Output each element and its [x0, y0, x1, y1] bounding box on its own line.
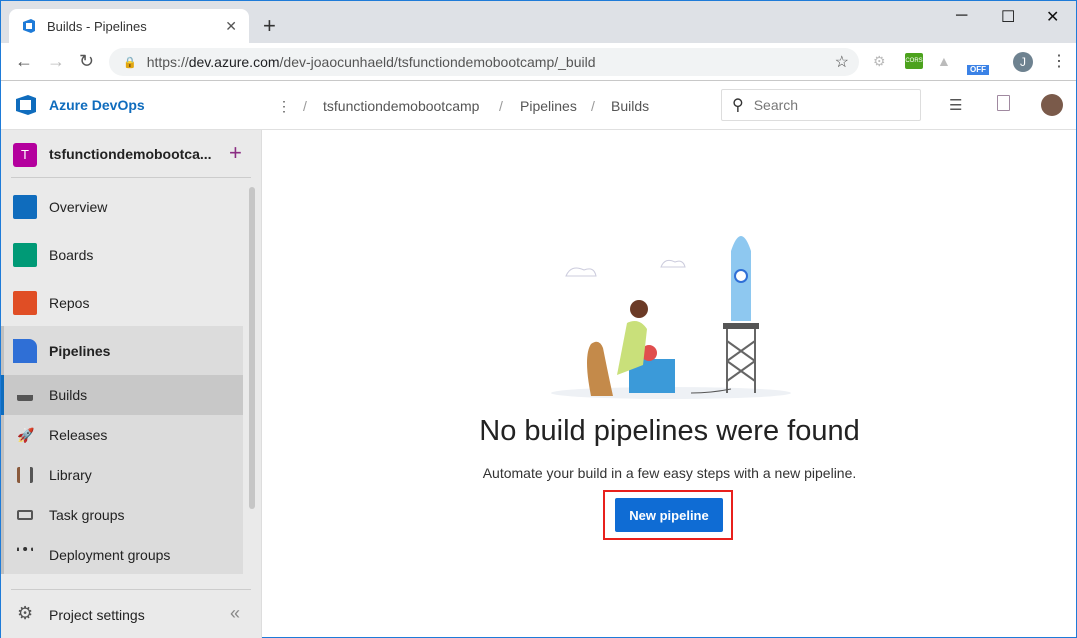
sidebar-item-task-groups[interactable]: Task groups	[1, 495, 243, 535]
breadcrumb-separator: /	[591, 98, 595, 114]
tab-title: Builds - Pipelines	[47, 18, 147, 34]
azure-devops-logo-icon[interactable]	[15, 94, 37, 116]
releases-rocket-icon: 🚀	[17, 427, 35, 443]
extension-drive-icon[interactable]: ▲	[937, 53, 951, 69]
pipelines-rocket-icon	[13, 339, 37, 363]
marketplace-bag-icon[interactable]	[997, 95, 1010, 111]
new-pipeline-button[interactable]: New pipeline	[615, 498, 723, 532]
breadcrumb-separator: /	[303, 98, 307, 114]
sidebar-item-label: Task groups	[49, 507, 125, 523]
sidebar-item-pipelines[interactable]: Pipelines	[1, 327, 243, 375]
breadcrumb-pipelines[interactable]: Pipelines	[520, 98, 577, 114]
boards-icon	[13, 243, 37, 267]
project-settings[interactable]: ⚙ Project settings	[1, 597, 243, 633]
new-tab-button[interactable]: +	[263, 13, 276, 39]
browser-menu-icon[interactable]: ⋮	[1051, 51, 1067, 71]
add-icon[interactable]: +	[229, 140, 242, 166]
sidebar-item-label: Repos	[49, 295, 90, 311]
azure-devops-favicon-icon	[23, 19, 35, 33]
url-path: /dev-joaocunhaeld/tsfunctiondemobootcamp…	[279, 54, 596, 70]
project-name[interactable]: tsfunctiondemobootca...	[49, 146, 212, 162]
sidebar-item-deployment-groups[interactable]: Deployment groups	[1, 535, 243, 575]
sidebar-item-label: Library	[49, 467, 92, 483]
empty-state-title: No build pipelines were found	[479, 415, 860, 447]
sidebar-item-releases[interactable]: 🚀 Releases	[1, 415, 243, 455]
divider	[11, 177, 251, 178]
reload-button[interactable]: ↻	[79, 51, 94, 72]
sidebar-item-label: Pipelines	[49, 343, 111, 359]
close-window-button[interactable]: ✕	[1046, 7, 1059, 27]
sidebar-item-boards[interactable]: Boards	[1, 235, 243, 275]
lock-icon: 🔒	[123, 56, 137, 69]
search-placeholder: Search	[753, 97, 799, 113]
maximize-button[interactable]: ☐	[1001, 7, 1015, 27]
work-items-icon[interactable]: ☰	[949, 96, 962, 114]
sidebar-item-library[interactable]: Library	[1, 455, 243, 495]
sidebar-scrollbar[interactable]	[249, 187, 255, 509]
sidebar-item-repos[interactable]: Repos	[1, 283, 243, 323]
gear-icon: ⚙	[17, 603, 34, 623]
extension-cors-icon[interactable]: CORS	[905, 53, 923, 69]
search-input[interactable]: ⚲ Search	[721, 89, 921, 121]
breadcrumb-separator: /	[499, 98, 503, 114]
extension-off-badge[interactable]: OFF	[967, 65, 989, 75]
brand-name[interactable]: Azure DevOps	[49, 97, 145, 113]
sidebar-item-label: Releases	[49, 427, 108, 443]
sidebar-item-label: Boards	[49, 247, 94, 263]
sidebar-item-builds[interactable]: Builds	[1, 375, 243, 415]
library-icon	[17, 467, 33, 483]
url-prefix: https://	[146, 54, 189, 70]
project-avatar: T	[13, 143, 37, 167]
search-icon: ⚲	[732, 97, 744, 114]
more-options-icon[interactable]: ⋮	[277, 98, 291, 115]
bookmark-star-icon[interactable]: ☆	[835, 52, 849, 72]
collapse-sidebar-icon[interactable]: «	[230, 603, 240, 624]
sidebar-item-overview[interactable]: Overview	[1, 187, 243, 227]
sidebar-item-label: Deployment groups	[49, 547, 171, 563]
address-bar[interactable]: 🔒 https://dev.azure.com/dev-joaocunhaeld…	[109, 48, 859, 76]
repos-icon	[13, 291, 37, 315]
browser-tab[interactable]: Builds - Pipelines ✕	[9, 9, 249, 43]
task-groups-icon	[17, 510, 33, 520]
divider	[11, 589, 251, 590]
forward-button[interactable]: →	[47, 51, 65, 72]
builds-icon	[17, 389, 33, 401]
sidebar-item-label: Builds	[49, 387, 88, 403]
url-host: dev.azure.com	[188, 54, 280, 70]
empty-state-illustration	[551, 236, 791, 399]
empty-state-subtitle: Automate your build in a few easy steps …	[482, 465, 857, 481]
project-settings-label: Project settings	[49, 607, 145, 623]
profile-avatar[interactable]: J	[1013, 52, 1033, 72]
close-tab-icon[interactable]: ✕	[225, 18, 237, 35]
user-avatar[interactable]	[1041, 94, 1063, 116]
extension-gears-icon[interactable]: ⚙	[873, 53, 886, 70]
sidebar-item-label: Overview	[49, 199, 108, 215]
deployment-groups-icon	[17, 547, 33, 563]
overview-icon	[13, 195, 37, 219]
breadcrumb-project[interactable]: tsfunctiondemobootcamp	[323, 98, 479, 114]
breadcrumb-builds[interactable]: Builds	[611, 98, 649, 114]
back-button[interactable]: ←	[15, 51, 33, 72]
minimize-button[interactable]: ─	[956, 7, 967, 25]
